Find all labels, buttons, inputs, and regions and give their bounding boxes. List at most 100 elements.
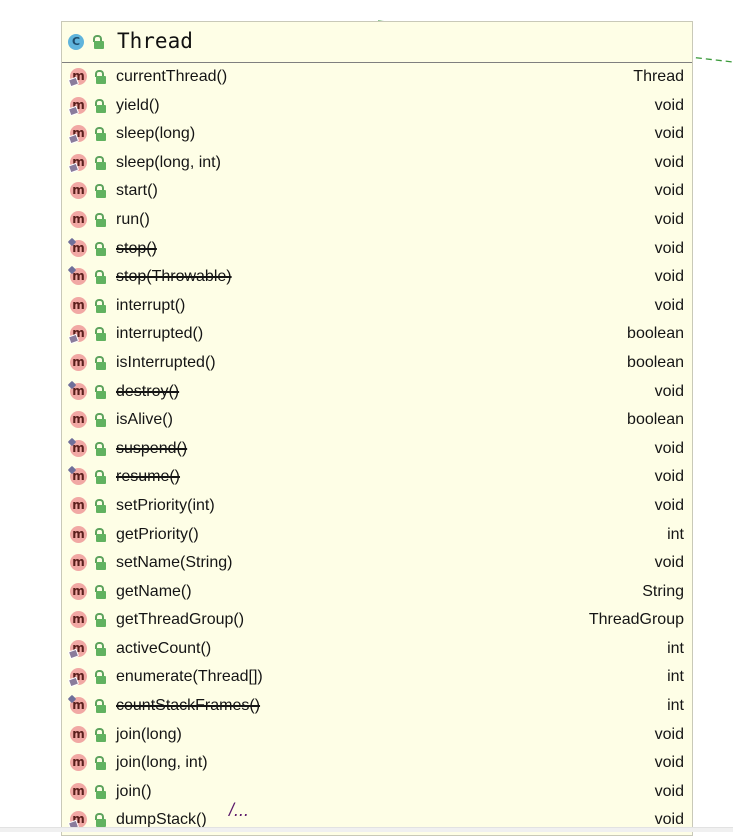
method-icon: m	[70, 496, 87, 514]
method-row[interactable]: m suspend() void	[62, 435, 692, 464]
method-icon: m	[70, 325, 87, 343]
method-icon: m	[70, 811, 87, 829]
public-lock-icon	[94, 155, 106, 170]
public-lock-icon	[94, 527, 106, 542]
method-icon: m	[70, 554, 87, 572]
public-lock-icon	[92, 35, 104, 49]
method-row[interactable]: m yield() void	[62, 92, 692, 121]
method-row[interactable]: m activeCount() int	[62, 635, 692, 664]
method-row[interactable]: m getName() String	[62, 578, 692, 607]
method-name: activeCount()	[116, 639, 212, 657]
method-icon: m	[70, 411, 87, 429]
method-name: isInterrupted()	[116, 353, 216, 371]
method-row[interactable]: m setPriority(int) void	[62, 492, 692, 521]
method-name: currentThread()	[116, 68, 228, 85]
return-type: void	[654, 296, 684, 314]
method-row[interactable]: m isInterrupted() boolean	[62, 349, 692, 378]
class-card[interactable]: C Thread m currentThread() Thread m yield() v…	[61, 21, 693, 836]
method-icon: m	[70, 468, 87, 486]
method-name: sleep(long)	[116, 125, 196, 143]
method-row[interactable]: m run() void	[62, 206, 692, 235]
public-lock-icon	[94, 756, 106, 771]
method-name: join()	[116, 782, 152, 800]
method-icon: m	[70, 382, 87, 400]
method-name: join(long)	[116, 725, 182, 743]
return-type: void	[654, 554, 684, 572]
method-name: suspend()	[116, 439, 188, 457]
public-lock-icon	[94, 670, 106, 685]
return-type: int	[667, 668, 684, 686]
overflow-indicator: /...	[229, 800, 250, 820]
return-type: void	[654, 96, 684, 114]
public-lock-icon	[94, 584, 106, 599]
method-row[interactable]: m isAlive() boolean	[62, 406, 692, 435]
public-lock-icon	[94, 241, 106, 256]
method-name: setName(String)	[116, 554, 233, 572]
class-title: Thread	[117, 29, 193, 53]
return-type: boolean	[627, 325, 684, 343]
public-lock-icon	[94, 699, 106, 714]
method-row[interactable]: m destroy() void	[62, 378, 692, 407]
method-row[interactable]: m join(long) void	[62, 721, 692, 750]
method-name: start()	[116, 182, 158, 200]
return-type: Thread	[633, 68, 684, 85]
method-row[interactable]: m stop() void	[62, 235, 692, 264]
method-name: getThreadGroup()	[116, 611, 245, 629]
method-row[interactable]: m sleep(long, int) void	[62, 149, 692, 178]
method-icon: m	[70, 125, 87, 143]
return-type: int	[667, 525, 684, 543]
public-lock-icon	[94, 70, 106, 84]
method-icon: m	[70, 210, 87, 228]
method-icon: m	[70, 268, 87, 286]
method-row[interactable]: m join() void	[62, 778, 692, 807]
return-type: int	[667, 697, 684, 715]
return-type: void	[654, 439, 684, 457]
method-row[interactable]: m countStackFrames() int	[62, 692, 692, 721]
method-row[interactable]: m interrupt() void	[62, 292, 692, 321]
method-row[interactable]: m join(long, int) void	[62, 749, 692, 778]
method-icon: m	[70, 668, 87, 686]
public-lock-icon	[94, 298, 106, 313]
method-row[interactable]: m setName(String) void	[62, 549, 692, 578]
method-icon: m	[70, 153, 87, 171]
return-type: void	[654, 153, 684, 171]
return-type: void	[654, 382, 684, 400]
return-type: int	[667, 639, 684, 657]
method-row[interactable]: m getThreadGroup() ThreadGroup	[62, 606, 692, 635]
method-icon: m	[70, 754, 87, 772]
return-type: void	[654, 268, 684, 286]
return-type: boolean	[627, 353, 684, 371]
method-row[interactable]: m stop(Throwable) void	[62, 263, 692, 292]
method-row[interactable]: m enumerate(Thread[]) int	[62, 663, 692, 692]
scroll-edge	[0, 827, 733, 832]
method-name: resume()	[116, 468, 181, 486]
return-type: String	[642, 582, 684, 600]
method-row[interactable]: m getPriority() int	[62, 521, 692, 550]
method-name: run()	[116, 210, 150, 228]
return-type: void	[654, 239, 684, 257]
public-lock-icon	[94, 355, 106, 370]
method-name: interrupted()	[116, 325, 204, 343]
method-name: stop(Throwable)	[116, 268, 232, 286]
public-lock-icon	[94, 641, 106, 656]
public-lock-icon	[94, 441, 106, 456]
method-icon: m	[70, 582, 87, 600]
method-row[interactable]: m start() void	[62, 177, 692, 206]
method-icon: m	[70, 725, 87, 743]
method-row[interactable]: m resume() void	[62, 463, 692, 492]
method-name: sleep(long, int)	[116, 153, 221, 171]
return-type: void	[654, 496, 684, 514]
method-row[interactable]: m currentThread() Thread	[62, 63, 692, 92]
method-icon: m	[70, 68, 87, 85]
public-lock-icon	[94, 470, 106, 485]
method-icon: m	[70, 353, 87, 371]
public-lock-icon	[94, 498, 106, 513]
method-name: join(long, int)	[116, 754, 208, 772]
public-lock-icon	[94, 813, 106, 828]
method-icon: m	[70, 782, 87, 800]
method-name: getName()	[116, 582, 192, 600]
method-row[interactable]: m sleep(long) void	[62, 120, 692, 149]
class-header: C Thread	[62, 22, 692, 63]
method-row[interactable]: m interrupted() boolean	[62, 320, 692, 349]
method-icon: m	[70, 611, 87, 629]
